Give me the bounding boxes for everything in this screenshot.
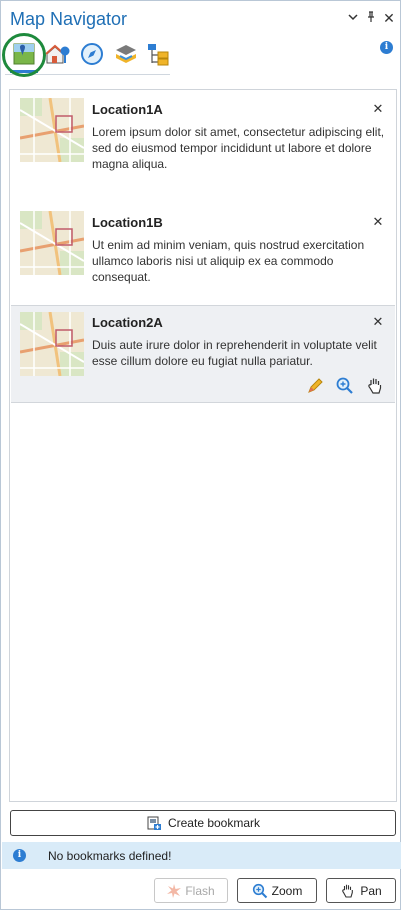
map-bookmark-icon: [13, 43, 35, 65]
create-bookmark-icon: [147, 816, 161, 830]
create-bookmark-label: Create bookmark: [167, 816, 261, 830]
tree-view-icon: [148, 44, 169, 66]
list-item-selected[interactable]: Location2A Duis aute irure dolor in repr…: [11, 305, 395, 403]
zoom-label: Zoom: [271, 883, 303, 898]
pane-options-chevron-icon[interactable]: [346, 11, 360, 25]
compass-icon: [81, 43, 103, 65]
bookmark-title: Location1A: [92, 102, 163, 117]
bookmark-description: Lorem ipsum dolor sit amet, consectetur …: [92, 125, 385, 171]
remove-bookmark-icon[interactable]: ✕: [371, 102, 385, 116]
pan-button[interactable]: Pan: [326, 878, 396, 903]
navigate-tool[interactable]: [77, 39, 107, 69]
pan-label: Pan: [360, 883, 382, 898]
zoom-icon: [252, 883, 267, 898]
map-thumbnail: [20, 211, 84, 275]
pan-hand-icon[interactable]: [365, 376, 385, 396]
pane-titlebar: Map Navigator ✕: [1, 1, 400, 35]
list-item[interactable]: Location1A Lorem ipsum dolor sit amet, c…: [11, 92, 395, 192]
map-layers-icon: [116, 45, 136, 63]
contents-tool[interactable]: [143, 39, 173, 69]
bookmark-list[interactable]: Location1A Lorem ipsum dolor sit amet, c…: [9, 89, 397, 802]
bookmark-description: Ut enim ad minim veniam, quis nostrud ex…: [92, 238, 365, 284]
pan-icon: [342, 884, 354, 898]
flash-button[interactable]: Flash: [154, 878, 228, 903]
places-tool[interactable]: [43, 39, 73, 69]
remove-bookmark-icon[interactable]: ✕: [371, 315, 385, 329]
edit-pencil-icon[interactable]: [305, 376, 325, 396]
bookmarks-tool[interactable]: [9, 39, 39, 73]
status-bar: i No bookmarks defined!: [2, 842, 401, 869]
map-thumbnail: [20, 98, 84, 162]
zoom-to-icon[interactable]: [335, 376, 355, 396]
map-navigator-pane: Map Navigator ✕ i Location1A Lorem ipsum…: [0, 0, 401, 910]
info-icon[interactable]: i: [380, 41, 393, 54]
bookmark-title: Location1B: [92, 215, 163, 230]
map-thumbnail: [20, 312, 84, 376]
pin-icon[interactable]: [364, 11, 378, 25]
status-info-icon: i: [13, 849, 26, 862]
zoom-button[interactable]: Zoom: [237, 878, 317, 903]
create-bookmark-button[interactable]: Create bookmark: [10, 810, 396, 836]
house-pin-icon: [45, 44, 70, 64]
bookmark-title: Location2A: [92, 315, 163, 330]
flash-icon: [167, 883, 182, 898]
pane-title: Map Navigator: [10, 9, 128, 29]
pane-close-icon[interactable]: ✕: [382, 11, 396, 25]
bookmark-description: Duis aute irure dolor in reprehenderit i…: [92, 338, 377, 368]
list-item[interactable]: Location1B Ut enim ad minim veniam, quis…: [11, 205, 395, 305]
navigator-toolbar: [5, 37, 170, 75]
layers-tool[interactable]: [111, 39, 141, 69]
status-message: No bookmarks defined!: [48, 849, 172, 863]
flash-label: Flash: [185, 883, 215, 898]
remove-bookmark-icon[interactable]: ✕: [371, 215, 385, 229]
